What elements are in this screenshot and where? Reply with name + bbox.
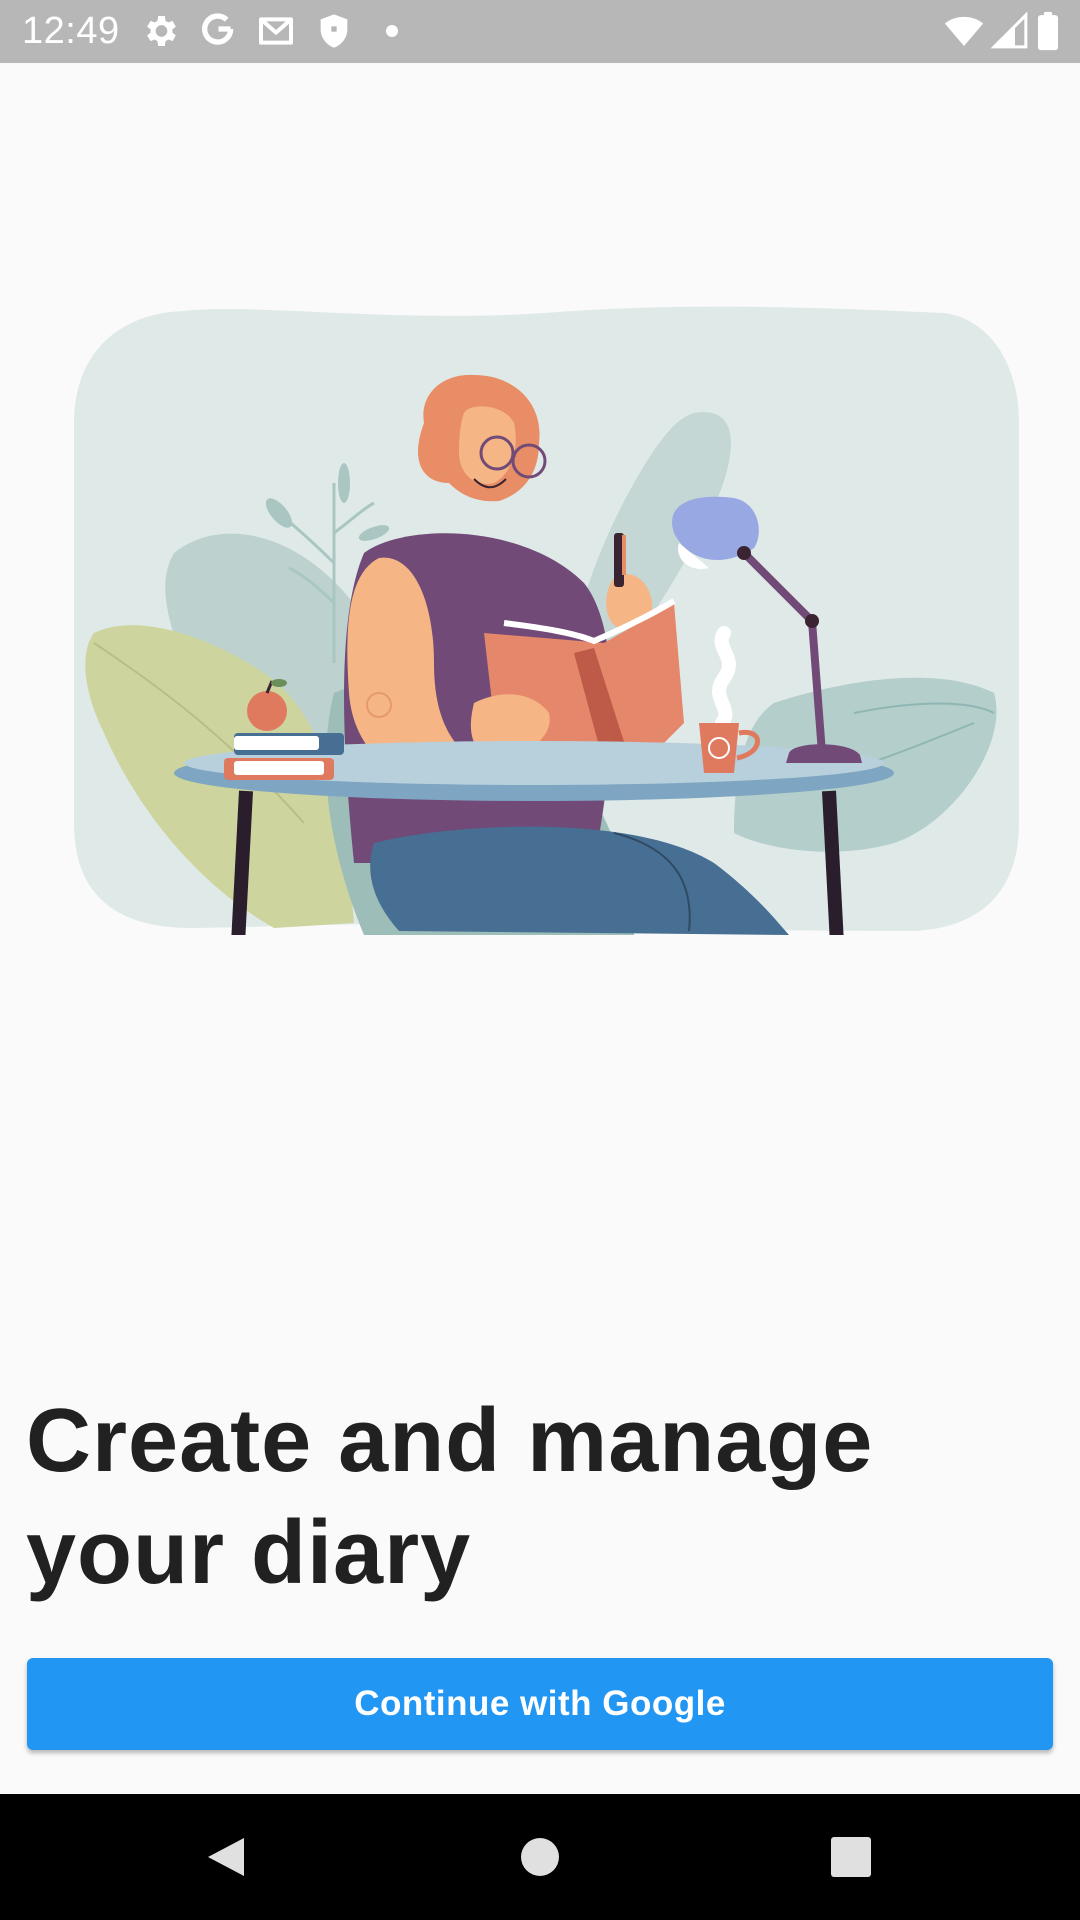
recents-button[interactable]: [811, 1822, 891, 1892]
person-writing-diary-illustration: [74, 306, 1019, 935]
shield-icon: [320, 14, 348, 48]
headline: Create and manage your diary: [26, 1391, 874, 1603]
gear-icon: [147, 16, 176, 46]
status-bar: 12:49: [0, 0, 1080, 63]
cellular-signal-icon: [990, 11, 1028, 49]
google-g-icon: [202, 13, 234, 45]
battery-icon: [1038, 11, 1058, 51]
status-time: 12:49: [22, 10, 120, 52]
recents-icon: [831, 1837, 871, 1877]
gmail-icon: [259, 17, 293, 45]
back-icon: [208, 1838, 244, 1876]
home-icon: [521, 1838, 559, 1876]
continue-with-google-button[interactable]: Continue with Google: [27, 1658, 1053, 1750]
dot-icon: [386, 25, 398, 37]
wifi-icon: [944, 16, 984, 46]
back-button[interactable]: [186, 1822, 266, 1892]
home-button[interactable]: [500, 1822, 580, 1892]
navigation-bar: [0, 1794, 1080, 1920]
